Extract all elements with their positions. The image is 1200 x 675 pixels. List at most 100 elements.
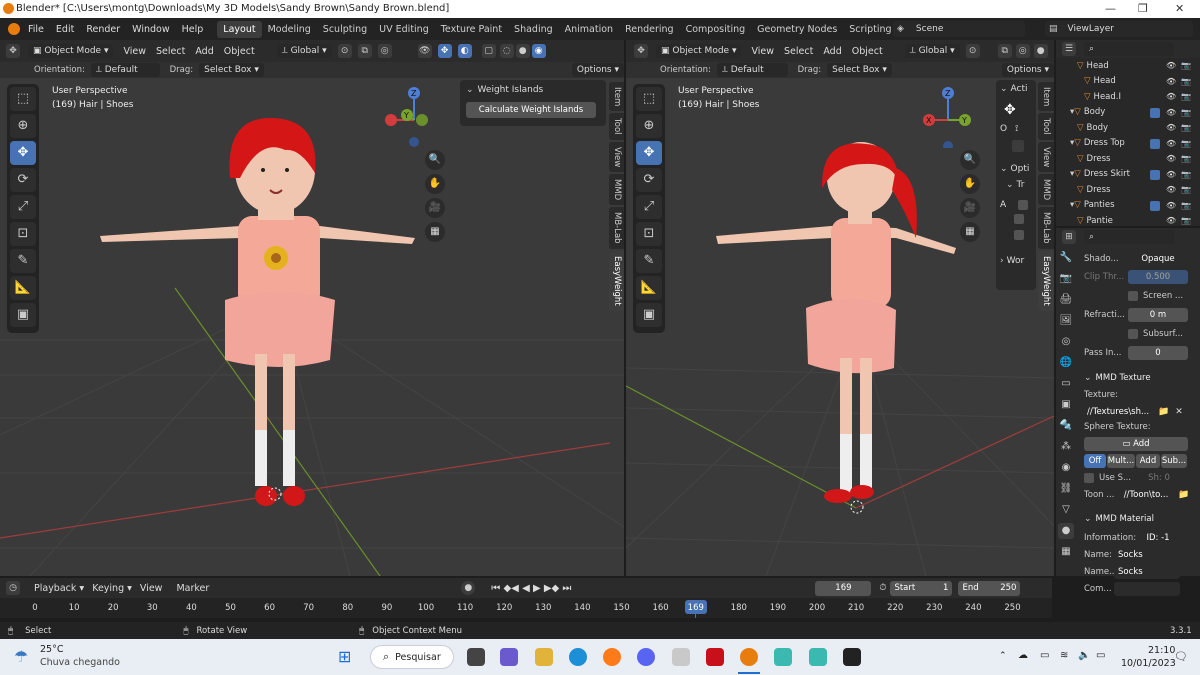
- material-shading-icon[interactable]: ◉: [531, 44, 546, 58]
- tab-view-right[interactable]: View: [1038, 141, 1054, 173]
- affect-checkbox-2[interactable]: [1014, 214, 1024, 224]
- tab-rendering[interactable]: Rendering: [619, 21, 680, 38]
- tab-item[interactable]: Item: [609, 82, 624, 112]
- exclude-checkbox[interactable]: [1150, 169, 1160, 180]
- weather-temperature[interactable]: 25°C: [40, 644, 63, 655]
- object-props-icon[interactable]: ▣: [1058, 397, 1074, 413]
- view-layer-selector[interactable]: ▤ ViewLayer: [1045, 21, 1193, 37]
- move-tool-right[interactable]: ✥: [636, 141, 662, 165]
- timeline-editor-icon[interactable]: ◷: [6, 581, 20, 595]
- keying-menu[interactable]: Keying ▾: [92, 583, 132, 594]
- mmd-app-icon-2[interactable]: [809, 648, 827, 666]
- tab-animation[interactable]: Animation: [559, 21, 619, 38]
- clip-threshold-field[interactable]: 0.500: [1128, 269, 1188, 284]
- blender-taskbar-icon[interactable]: [740, 648, 758, 666]
- tab-easyweight-right[interactable]: EasyWeight: [1038, 250, 1054, 311]
- menu-object[interactable]: Object: [224, 46, 255, 57]
- navigation-gizmo[interactable]: Z Y: [380, 84, 450, 148]
- sphere-mode-multiply[interactable]: Mult...: [1107, 453, 1135, 468]
- wireframe-shading-icon[interactable]: ◌: [499, 44, 514, 58]
- volume-icon[interactable]: 🔈: [1078, 650, 1090, 661]
- subsurface-checkbox[interactable]: [1128, 328, 1138, 339]
- menu-view-right[interactable]: View: [751, 46, 774, 57]
- pivot-icon-right[interactable]: ⊙: [965, 44, 980, 58]
- render-camera-icon[interactable]: 📷: [1181, 92, 1191, 101]
- wifi-icon[interactable]: ≋: [1060, 650, 1068, 661]
- current-frame-field[interactable]: 169: [815, 580, 872, 596]
- solid-shading-icon[interactable]: ●: [515, 44, 530, 58]
- exclude-checkbox[interactable]: [1150, 138, 1160, 149]
- stopwatch-icon[interactable]: ⏱: [879, 583, 886, 593]
- data-props-icon[interactable]: ▽: [1058, 502, 1074, 518]
- tab-texture-paint[interactable]: Texture Paint: [435, 21, 508, 38]
- physics-props-icon[interactable]: ◉: [1058, 460, 1074, 476]
- close-window-button[interactable]: ✕: [1175, 2, 1184, 15]
- scene-props-icon[interactable]: ◎: [1058, 334, 1074, 350]
- xray-icon[interactable]: ▢: [481, 44, 496, 58]
- zoom-icon[interactable]: 🔍: [425, 150, 445, 170]
- visibility-eye-icon[interactable]: 👁: [1166, 139, 1176, 148]
- zoom-icon-right[interactable]: 🔍: [960, 150, 980, 170]
- workspace-section[interactable]: Wor: [1007, 256, 1025, 266]
- collapse-chevron-icon[interactable]: ⌄: [466, 85, 474, 95]
- add-cube-tool[interactable]: ▣: [10, 303, 36, 327]
- toon-texture-field[interactable]: //Toon\to...: [1118, 487, 1174, 502]
- sphere-add-button[interactable]: ▭ Add: [1084, 436, 1188, 451]
- modifier-props-icon[interactable]: 🔩: [1058, 418, 1074, 434]
- snap-icon[interactable]: ⧉: [357, 44, 372, 58]
- visibility-eye-icon[interactable]: 👁: [1166, 61, 1176, 70]
- visibility-eye-icon[interactable]: 👁: [1166, 123, 1176, 132]
- output-props-icon[interactable]: 🖨: [1058, 292, 1074, 308]
- scale-tool-right[interactable]: ⤢: [636, 195, 662, 219]
- mode-dropdown-right[interactable]: ▣ Object Mode ▾: [656, 44, 742, 58]
- blender-menu-icon[interactable]: [8, 23, 20, 35]
- next-keyframe-icon[interactable]: ▶◆: [544, 583, 559, 594]
- perspective-grid-icon-right[interactable]: ▦: [960, 222, 980, 242]
- transform-section[interactable]: Tr: [1017, 180, 1025, 190]
- overlay-toggle-icon[interactable]: ◐: [457, 44, 472, 58]
- play-reverse-icon[interactable]: ◀: [522, 583, 530, 594]
- maximize-button[interactable]: ❐: [1138, 2, 1148, 15]
- rotate-tool[interactable]: ⟳: [10, 168, 36, 192]
- playback-menu[interactable]: Playback ▾: [34, 583, 84, 594]
- outliner-row[interactable]: ▽ Body 👁 📷: [1056, 120, 1200, 136]
- sphere-mode-subtract[interactable]: Sub...: [1161, 453, 1187, 468]
- tab-tool[interactable]: Tool: [609, 113, 624, 140]
- sphere-mode-add[interactable]: Add: [1136, 453, 1160, 468]
- tab-easyweight[interactable]: EasyWeight: [609, 250, 624, 311]
- drag-dropdown[interactable]: Select Box ▾: [199, 63, 264, 77]
- tab-mmd-right[interactable]: MMD: [1038, 174, 1054, 206]
- tray-chevron-icon[interactable]: ⌃: [999, 651, 1007, 661]
- left-3d-viewport[interactable]: ⬚ ⊕ ✥ ⟳ ⤢ ⊡ ✎ 📐 ▣ User Perspective (169)…: [0, 78, 624, 576]
- measure-tool-right[interactable]: 📐: [636, 276, 662, 300]
- transform-orientation-dropdown[interactable]: ⟂ Global ▾: [276, 44, 332, 58]
- visibility-eye-icon[interactable]: 👁: [1166, 77, 1176, 86]
- outliner-row[interactable]: ▽ Head 👁 📷: [1056, 74, 1200, 90]
- menu-help[interactable]: Help: [182, 24, 204, 35]
- view-layer-props-icon[interactable]: 🖼: [1058, 313, 1074, 329]
- edge-icon[interactable]: [569, 648, 587, 666]
- visibility-eye-icon[interactable]: 👁: [1166, 185, 1176, 194]
- windows-start-icon[interactable]: ⊞: [338, 647, 351, 666]
- properties-search-field[interactable]: ⌕: [1084, 230, 1174, 244]
- proportional-icon-right[interactable]: ◎: [1015, 44, 1030, 58]
- timeline-view-menu[interactable]: View: [140, 583, 163, 594]
- camera-view-icon[interactable]: 🎥: [425, 198, 445, 218]
- menu-window[interactable]: Window: [132, 24, 169, 35]
- visibility-eye-icon[interactable]: 👁: [1166, 170, 1176, 179]
- task-view-icon[interactable]: [467, 648, 485, 666]
- screen-space-checkbox[interactable]: [1128, 290, 1138, 301]
- terminal-icon[interactable]: [843, 648, 861, 666]
- options-dropdown-right[interactable]: Options ▾: [1001, 63, 1054, 77]
- menu-select[interactable]: Select: [156, 46, 185, 57]
- tray-cloud-icon[interactable]: ☁: [1018, 650, 1028, 661]
- outliner-row[interactable]: ▾ ▽ Dress Top 👁 📷: [1056, 136, 1200, 152]
- minimize-button[interactable]: —: [1105, 2, 1116, 15]
- visibility-eye-icon[interactable]: 👁: [1166, 108, 1176, 117]
- tab-mb-lab[interactable]: MB-Lab: [609, 207, 624, 249]
- options-section[interactable]: Opti: [1011, 164, 1030, 174]
- visibility-eye-icon[interactable]: 👁: [1166, 92, 1176, 101]
- orientation-default-dropdown[interactable]: ⟂ Default: [90, 63, 160, 77]
- active-tool-section[interactable]: Acti: [1011, 84, 1028, 94]
- right-3d-viewport[interactable]: ⬚ ⊕ ✥ ⟳ ⤢ ⊡ ✎ 📐 ▣ User Perspective (169)…: [626, 78, 1054, 576]
